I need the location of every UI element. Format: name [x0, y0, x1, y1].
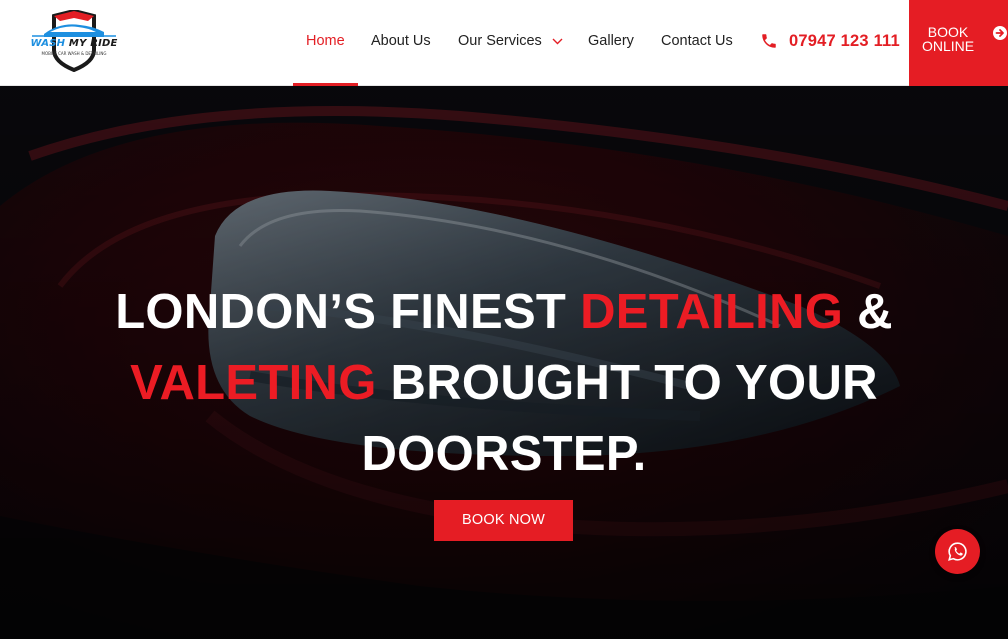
hero-title-line3: DOORSTEP.	[361, 427, 647, 481]
site-header: WASH MY RIDE MOBILE CAR WASH & DETAILING…	[0, 0, 1008, 86]
hero-title-text-3: BROUGHT TO YOUR	[376, 356, 878, 410]
nav-contact-us[interactable]: Contact Us	[661, 33, 733, 49]
hero-title-text-1: LONDON’S FINEST	[115, 285, 581, 339]
book-online-label: BOOK ONLINE	[915, 25, 981, 53]
whatsapp-chat-button[interactable]	[935, 529, 980, 574]
logo-tagline: MOBILE CAR WASH & DETAILING	[41, 51, 107, 56]
hero-title: LONDON’S FINEST DETAILING & VALETING BRO…	[0, 277, 1008, 490]
brand-logo[interactable]: WASH MY RIDE MOBILE CAR WASH & DETAILING	[30, 10, 118, 72]
nav-our-services-label: Our Services	[458, 33, 542, 49]
book-now-button[interactable]: BOOK NOW	[434, 500, 573, 541]
whatsapp-icon	[948, 542, 967, 561]
nav-our-services[interactable]: Our Services	[458, 33, 563, 49]
hero-title-line1: LONDON’S FINEST DETAILING &	[115, 285, 893, 339]
nav-gallery[interactable]: Gallery	[588, 33, 634, 49]
chevron-down-icon	[552, 38, 563, 45]
arrow-right-circle-icon	[993, 26, 1007, 40]
logo-wordmark: WASH MY RIDE	[30, 38, 118, 49]
hero-title-text-2: &	[843, 285, 893, 339]
phone-icon	[762, 34, 776, 48]
phone-link[interactable]: 07947 123 111	[760, 30, 900, 52]
hero-section: LONDON’S FINEST DETAILING & VALETING BRO…	[0, 86, 1008, 639]
logo-wordmark-part2: MY RIDE	[68, 38, 118, 49]
logo-wordmark-part1: WASH	[30, 38, 66, 49]
book-online-label-line1: BOOK	[927, 24, 969, 40]
nav-home[interactable]: Home	[306, 33, 345, 49]
hero-title-highlight-valeting: VALETING	[130, 356, 377, 410]
nav-about-us[interactable]: About Us	[371, 33, 431, 49]
book-online-button[interactable]: BOOK ONLINE	[909, 0, 1008, 86]
hero-title-line2: VALETING BROUGHT TO YOUR	[130, 356, 878, 410]
phone-number: 07947 123 111	[789, 31, 900, 50]
book-online-label-line2: ONLINE	[921, 38, 975, 54]
hero-title-highlight-detailing: DETAILING	[580, 285, 844, 339]
